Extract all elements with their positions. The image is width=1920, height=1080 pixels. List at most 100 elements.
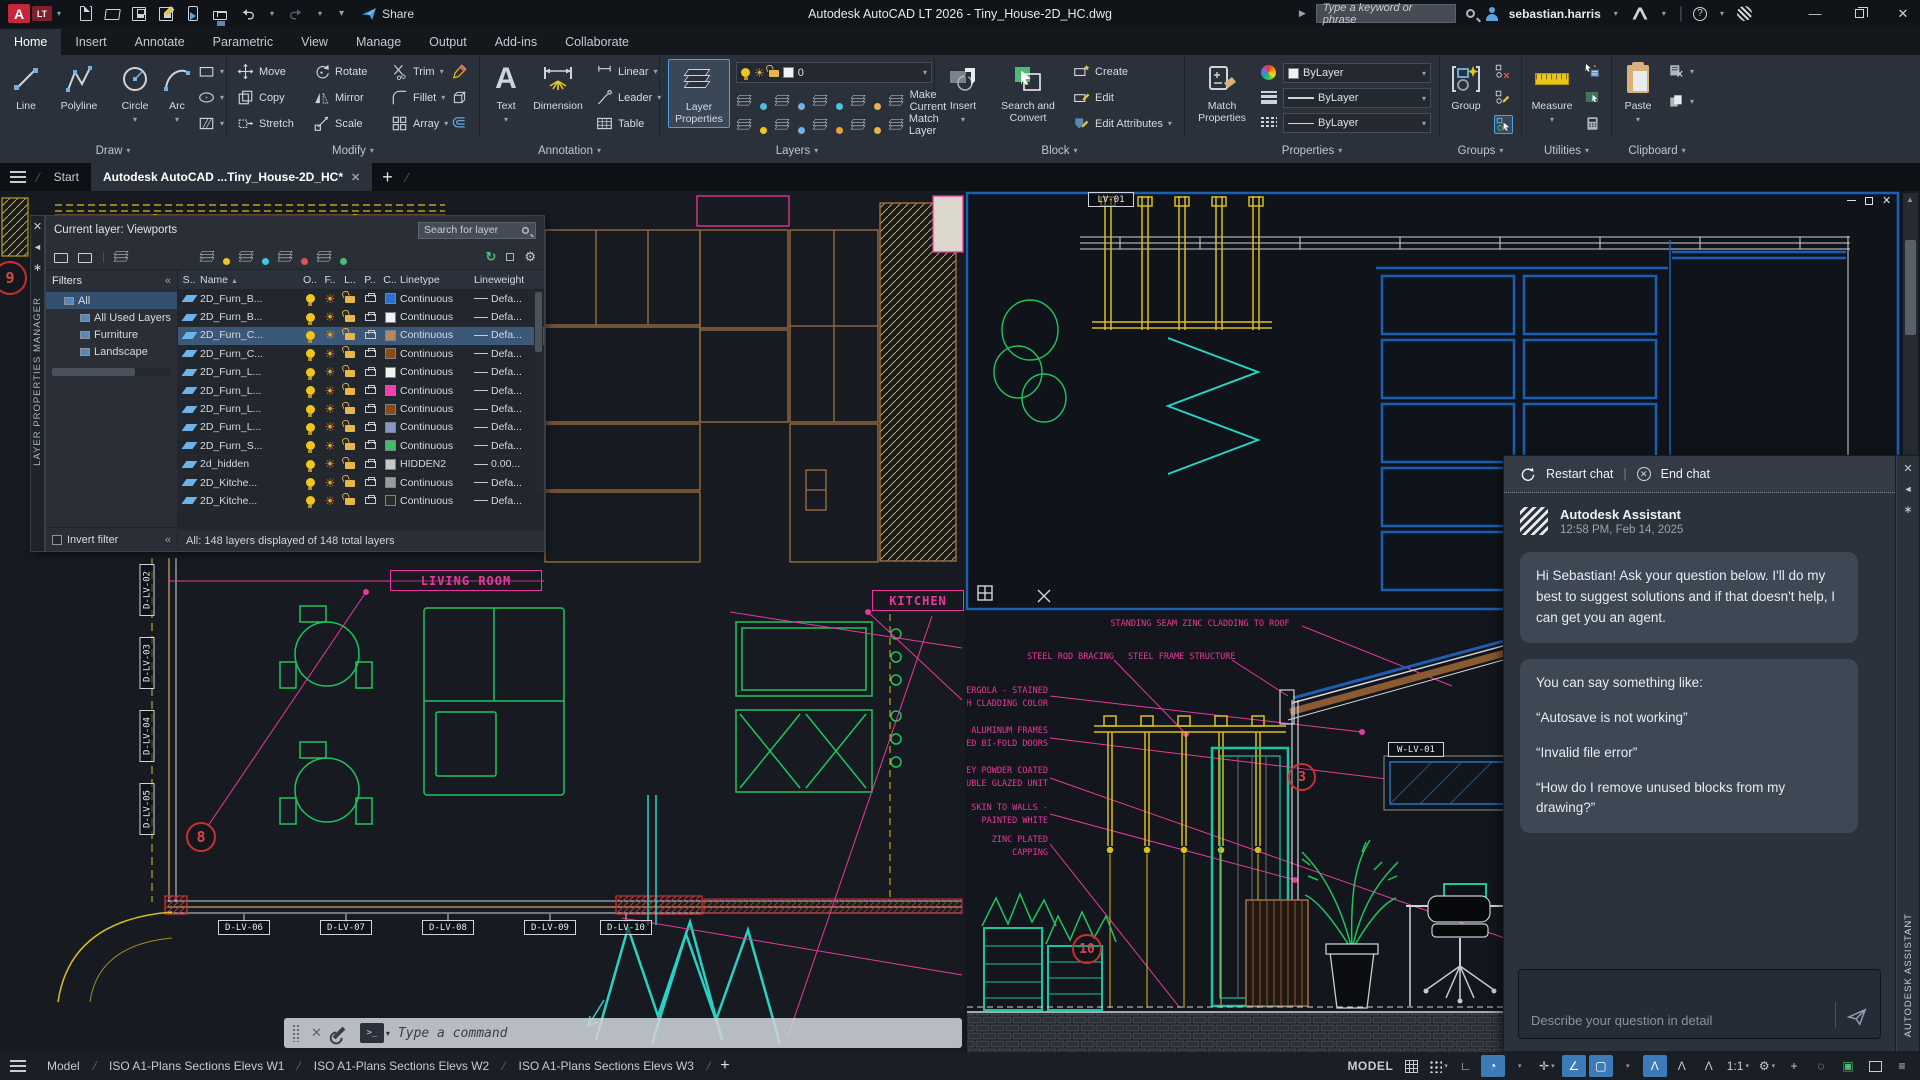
layer-on-icon[interactable]: [306, 441, 315, 450]
ribbon-tab[interactable]: Insert: [61, 29, 120, 55]
layer-freeze-icon[interactable]: ☀: [325, 495, 336, 507]
save-as-button[interactable]: [159, 6, 175, 22]
hatch-button[interactable]: ▾: [198, 115, 224, 132]
layer-on-icon[interactable]: [306, 331, 315, 340]
fillet-button[interactable]: Fillet▾: [391, 89, 445, 106]
palette-properties-icon[interactable]: ∗: [33, 261, 42, 274]
command-customize-icon[interactable]: [333, 1027, 346, 1040]
ribbon-tab[interactable]: Parametric: [199, 29, 287, 55]
ungroup-button[interactable]: [1494, 63, 1511, 80]
osnap-dropdown[interactable]: ▾: [1616, 1055, 1640, 1077]
layer-color-swatch[interactable]: [385, 330, 396, 341]
new-layer-vp-frozen-button[interactable]: [240, 246, 269, 268]
layer-on-icon[interactable]: [306, 349, 315, 358]
drawing-minimize-icon[interactable]: [1847, 200, 1856, 202]
layer-plot-icon[interactable]: [365, 461, 376, 468]
panel-label-groups[interactable]: Groups: [1440, 138, 1521, 163]
user-dropdown[interactable]: ▾: [1614, 9, 1618, 18]
layer-plot-icon[interactable]: [365, 442, 376, 449]
layer-on-icon[interactable]: [306, 460, 315, 469]
layer-freeze-icon[interactable]: ☀: [325, 311, 336, 323]
layer-lock-icon[interactable]: [345, 388, 355, 395]
layer-properties-button[interactable]: Layer Properties: [668, 59, 730, 128]
polar-dropdown[interactable]: ▾: [1508, 1055, 1532, 1077]
layer-on-icon[interactable]: [306, 405, 315, 414]
dimension-button[interactable]: Dimension: [526, 61, 590, 112]
assistant-autohide-icon[interactable]: ◄: [1904, 484, 1913, 494]
text-button[interactable]: AText▾: [488, 61, 524, 124]
layer-lock-icon[interactable]: [345, 425, 355, 432]
new-drawing-button[interactable]: +: [372, 167, 403, 188]
layer-freeze-icon[interactable]: ☀: [325, 293, 336, 305]
new-file-button[interactable]: [78, 6, 94, 22]
qat-customize-dropdown[interactable]: ▾: [339, 8, 344, 19]
search-input[interactable]: Type a keyword or phrase: [1316, 4, 1456, 23]
rotate-button[interactable]: Rotate: [313, 63, 367, 80]
assistant-input[interactable]: Describe your question in detail: [1518, 969, 1881, 1039]
autodesk-logo-icon[interactable]: [1631, 6, 1649, 21]
layer-isolate-button[interactable]: [776, 90, 805, 112]
clean-screen-icon[interactable]: [1863, 1055, 1887, 1077]
restore-button[interactable]: [1842, 0, 1876, 27]
layer-plot-icon[interactable]: [365, 497, 376, 504]
layer-lock-icon[interactable]: [345, 296, 355, 303]
layout-tab[interactable]: ISO A1-Plans Sections Elevs W2: [301, 1052, 502, 1080]
layer-list-scrollbar[interactable]: [534, 291, 543, 491]
offset-button[interactable]: [451, 115, 468, 132]
layer-plot-icon[interactable]: [365, 350, 376, 357]
layer-lock-icon[interactable]: [345, 498, 355, 505]
panel-label-clipboard[interactable]: Clipboard: [1612, 138, 1702, 163]
layer-row[interactable]: 2d_hidden ☀ HIDDEN2 0.00...: [178, 456, 544, 474]
layer-row[interactable]: 2D_Furn_L... ☀ Continuous Defa...: [178, 382, 544, 400]
layer-plot-icon[interactable]: [365, 424, 376, 431]
panel-label-utilities[interactable]: Utilities: [1522, 138, 1611, 163]
layer-row[interactable]: 2D_Kitche... ☀ Continuous Defa...: [178, 492, 544, 510]
layer-row[interactable]: 2D_Furn_C... ☀ Continuous Defa...: [178, 345, 544, 363]
layer-color-swatch[interactable]: [385, 459, 396, 470]
filter-tree-item[interactable]: Landscape: [46, 343, 177, 360]
share-button[interactable]: Share: [361, 6, 414, 22]
command-history-dropdown[interactable]: ▾: [386, 1029, 390, 1038]
layer-unlock-button[interactable]: [852, 114, 881, 136]
ribbon-tab[interactable]: Home: [0, 29, 61, 55]
help-icon[interactable]: ?: [1693, 7, 1707, 21]
layer-thaw-button[interactable]: [814, 114, 843, 136]
trim-button[interactable]: Trim▾: [391, 63, 444, 80]
layer-plot-icon[interactable]: [365, 369, 376, 376]
polyline-button[interactable]: Polyline: [48, 61, 110, 112]
layer-lock-icon[interactable]: [345, 315, 355, 322]
group-selection-toggle[interactable]: [1494, 115, 1513, 134]
layer-freeze-button[interactable]: [814, 90, 843, 112]
layer-row[interactable]: 2D_Furn_B... ☀ Continuous Defa...: [178, 290, 544, 308]
assistant-properties-icon[interactable]: ∗: [1903, 503, 1912, 516]
filter-tree-item[interactable]: All Used Layers: [46, 309, 177, 326]
ribbon-tab[interactable]: Manage: [342, 29, 415, 55]
layer-on-button[interactable]: [738, 114, 767, 136]
end-chat-button[interactable]: End chat: [1661, 467, 1710, 481]
layer-lock-button[interactable]: [852, 90, 881, 112]
layer-lock-icon[interactable]: [345, 333, 355, 340]
customization-menu-icon[interactable]: ≡: [1890, 1055, 1914, 1077]
layer-on-icon[interactable]: [306, 386, 315, 395]
mirror-button[interactable]: Mirror: [313, 89, 364, 106]
search-expand-icon[interactable]: ▶: [1299, 8, 1306, 19]
send-icon[interactable]: [1846, 1006, 1868, 1028]
panel-label-properties[interactable]: Properties: [1185, 138, 1439, 163]
object-color-select[interactable]: ByLayer▾: [1283, 63, 1431, 83]
autoscale-toggle[interactable]: Λ: [1670, 1055, 1694, 1077]
erase-button[interactable]: [451, 63, 468, 80]
layer-color-swatch[interactable]: [385, 422, 396, 433]
arc-button[interactable]: Arc▾: [160, 61, 194, 124]
command-line[interactable]: ✕ >_ ▾ Type a command: [284, 1018, 962, 1048]
layer-freeze-icon[interactable]: ☀: [325, 348, 336, 360]
new-layer-button[interactable]: [201, 246, 230, 268]
plot-button[interactable]: [213, 6, 229, 22]
layer-row[interactable]: 2D_Furn_L... ☀ Continuous Defa...: [178, 364, 544, 382]
object-snap-tracking-toggle[interactable]: ∠: [1562, 1055, 1586, 1077]
annotation-scale-value[interactable]: 1:1▾: [1724, 1055, 1752, 1077]
layer-plot-icon[interactable]: [365, 314, 376, 321]
model-space-indicator[interactable]: MODEL: [1344, 1055, 1396, 1077]
gear-icon[interactable]: ⚙: [524, 249, 536, 265]
command-drag-handle[interactable]: [292, 1024, 299, 1042]
layer-color-swatch[interactable]: [385, 367, 396, 378]
